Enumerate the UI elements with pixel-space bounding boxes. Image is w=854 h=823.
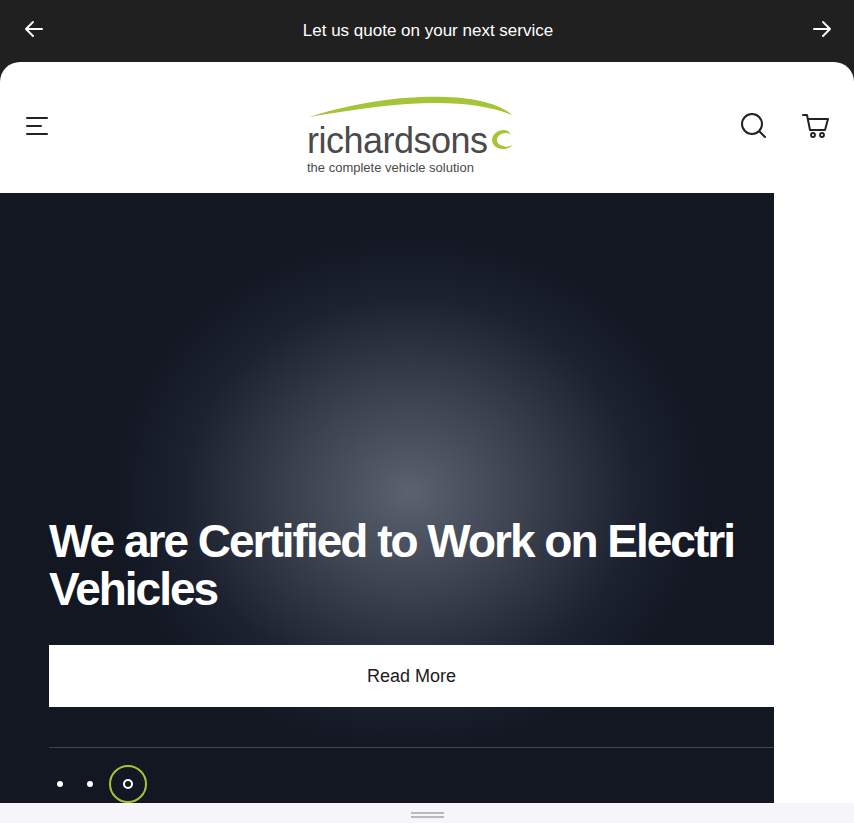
header-icons [740, 112, 830, 144]
arrow-right-icon[interactable] [812, 19, 832, 43]
logo-name-row: richardsons [307, 123, 514, 159]
search-icon[interactable] [740, 112, 768, 144]
heading-line: Vehicles [49, 565, 774, 613]
arrow-left-icon[interactable] [24, 19, 44, 43]
page: richardsonsthe complete vehicle solution… [0, 62, 854, 823]
main-area: We are Certified to Work on ElectriVehic… [0, 193, 854, 803]
dot-mark [57, 781, 63, 787]
bottom-sheet [0, 803, 854, 823]
slide-dot[interactable] [109, 765, 147, 803]
site-header: richardsonsthe complete vehicle solution [0, 62, 854, 193]
swoosh-icon [307, 93, 517, 123]
slide-dots [49, 748, 774, 803]
divider [49, 747, 774, 748]
read-more-button[interactable]: Read More [49, 645, 774, 707]
dot-mark [87, 781, 93, 787]
dot-mark [123, 779, 133, 789]
announcement-text: Let us quote on your next service [303, 21, 553, 41]
drag-handle-icon[interactable] [411, 812, 444, 818]
hero-slide: We are Certified to Work on ElectriVehic… [0, 193, 774, 803]
hero-heading: We are Certified to Work on ElectriVehic… [49, 517, 774, 613]
slide-dot[interactable] [49, 765, 71, 803]
crescent-icon [488, 126, 514, 156]
slide-dot[interactable] [79, 765, 101, 803]
logo[interactable]: richardsonsthe complete vehicle solution [307, 81, 517, 175]
menu-icon[interactable] [26, 114, 50, 142]
announcement-bar: Let us quote on your next service [0, 0, 854, 62]
logo-name: richardsons [307, 123, 488, 159]
heading-line: We are Certified to Work on Electri [49, 517, 774, 565]
cart-icon[interactable] [802, 112, 830, 143]
logo-tagline: the complete vehicle solution [307, 160, 474, 175]
